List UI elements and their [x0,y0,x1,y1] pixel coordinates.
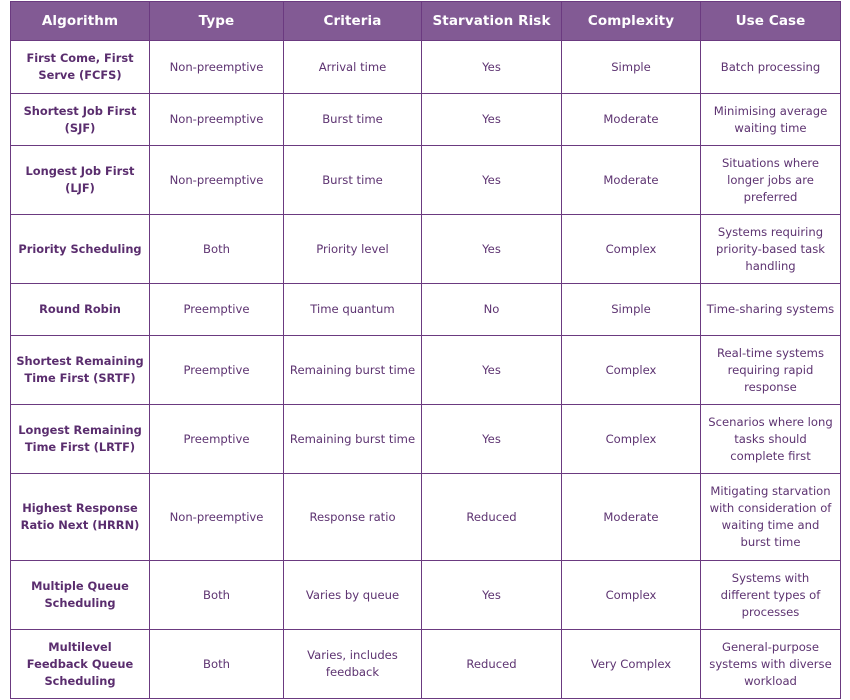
cell-starvation-risk: Yes [421,145,562,215]
cell-complexity: Complex [561,560,701,630]
scheduling-algorithms-table: Algorithm Type Criteria Starvation Risk … [10,1,841,699]
cell-use-case: Time-sharing systems [700,283,841,336]
cell-starvation-risk: Reduced [421,629,562,699]
cell-use-case: Batch processing [700,40,841,94]
cell-starvation-risk: Yes [421,560,562,630]
cell-algorithm: Shortest Job First (SJF) [10,93,150,146]
table-row: Priority Scheduling Both Priority level … [10,214,841,284]
table-row: First Come, First Serve (FCFS) Non-preem… [10,40,841,94]
cell-criteria: Remaining burst time [283,404,422,474]
cell-complexity: Very Complex [561,629,701,699]
cell-type: Non-preemptive [149,93,284,146]
cell-criteria: Arrival time [283,40,422,94]
cell-starvation-risk: No [421,283,562,336]
cell-starvation-risk: Yes [421,335,562,405]
cell-type: Preemptive [149,404,284,474]
cell-criteria: Varies, includes feedback [283,629,422,699]
cell-complexity: Simple [561,40,701,94]
table-row: Highest Response Ratio Next (HRRN) Non-p… [10,473,841,561]
cell-criteria: Response ratio [283,473,422,561]
cell-starvation-risk: Yes [421,214,562,284]
cell-criteria: Burst time [283,93,422,146]
header-criteria: Criteria [283,1,422,41]
cell-type: Preemptive [149,335,284,405]
table-row: Shortest Remaining Time First (SRTF) Pre… [10,335,841,405]
cell-use-case: Situations where longer jobs are preferr… [700,145,841,215]
cell-complexity: Moderate [561,93,701,146]
cell-use-case: Real-time systems requiring rapid respon… [700,335,841,405]
cell-complexity: Complex [561,214,701,284]
header-type: Type [149,1,284,41]
cell-algorithm: Multilevel Feedback Queue Scheduling [10,629,150,699]
cell-criteria: Burst time [283,145,422,215]
cell-complexity: Moderate [561,473,701,561]
header-use-case: Use Case [700,1,841,41]
cell-starvation-risk: Reduced [421,473,562,561]
table-row: Multiple Queue Scheduling Both Varies by… [10,560,841,630]
cell-type: Preemptive [149,283,284,336]
cell-starvation-risk: Yes [421,93,562,146]
cell-complexity: Complex [561,404,701,474]
table-row: Shortest Job First (SJF) Non-preemptive … [10,93,841,146]
cell-criteria: Varies by queue [283,560,422,630]
cell-use-case: Mitigating starvation with consideration… [700,473,841,561]
cell-algorithm: Multiple Queue Scheduling [10,560,150,630]
cell-algorithm: Round Robin [10,283,150,336]
table-row: Round Robin Preemptive Time quantum No S… [10,283,841,336]
cell-algorithm: Longest Remaining Time First (LRTF) [10,404,150,474]
cell-type: Non-preemptive [149,145,284,215]
table-row: Longest Remaining Time First (LRTF) Pree… [10,404,841,474]
cell-algorithm: Highest Response Ratio Next (HRRN) [10,473,150,561]
cell-algorithm: Longest Job First (LJF) [10,145,150,215]
cell-criteria: Remaining burst time [283,335,422,405]
cell-type: Both [149,214,284,284]
cell-starvation-risk: Yes [421,40,562,94]
cell-use-case: General-purpose systems with diverse wor… [700,629,841,699]
cell-criteria: Time quantum [283,283,422,336]
cell-use-case: Scenarios where long tasks should comple… [700,404,841,474]
scheduling-table-container: Algorithm Type Criteria Starvation Risk … [10,1,841,699]
header-algorithm: Algorithm [10,1,150,41]
cell-use-case: Minimising average waiting time [700,93,841,146]
cell-use-case: Systems with different types of processe… [700,560,841,630]
cell-algorithm: Priority Scheduling [10,214,150,284]
cell-algorithm: First Come, First Serve (FCFS) [10,40,150,94]
cell-complexity: Simple [561,283,701,336]
cell-algorithm: Shortest Remaining Time First (SRTF) [10,335,150,405]
cell-type: Both [149,560,284,630]
cell-type: Non-preemptive [149,473,284,561]
cell-criteria: Priority level [283,214,422,284]
cell-type: Both [149,629,284,699]
table-row: Longest Job First (LJF) Non-preemptive B… [10,145,841,215]
cell-complexity: Moderate [561,145,701,215]
header-complexity: Complexity [561,1,701,41]
cell-use-case: Systems requiring priority-based task ha… [700,214,841,284]
header-row: Algorithm Type Criteria Starvation Risk … [10,1,841,41]
table-row: Multilevel Feedback Queue Scheduling Bot… [10,629,841,699]
cell-starvation-risk: Yes [421,404,562,474]
cell-complexity: Complex [561,335,701,405]
cell-type: Non-preemptive [149,40,284,94]
header-starvation-risk: Starvation Risk [421,1,562,41]
